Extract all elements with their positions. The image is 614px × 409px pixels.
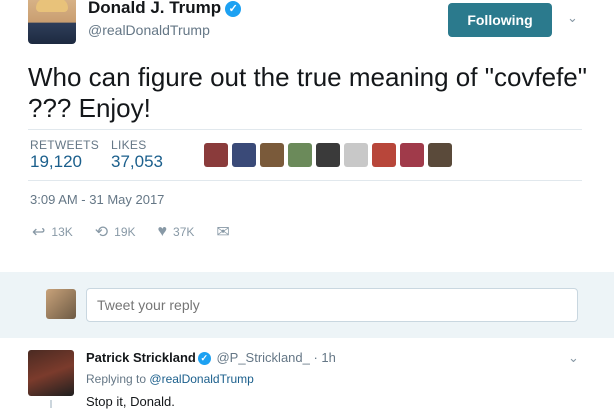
tweet-timestamp[interactable]: 3:09 AM - 31 May 2017	[30, 192, 164, 207]
reply-input[interactable]	[86, 288, 578, 322]
tweet-text: Who can figure out the true meaning of "…	[28, 62, 587, 123]
retweet-icon: ⟲	[94, 224, 109, 241]
divider	[28, 129, 582, 130]
thread-line	[50, 400, 52, 408]
liker-avatar[interactable]	[344, 143, 368, 167]
retweet-count: 19K	[114, 225, 136, 239]
liker-avatar[interactable]	[204, 143, 228, 167]
retweet-button[interactable]: ⟲ 19K	[95, 222, 136, 242]
verified-badge-icon: ✓	[225, 1, 242, 17]
reply-icon: ↩	[32, 224, 46, 241]
like-count: 37K	[173, 225, 195, 239]
reply-composer	[0, 272, 614, 338]
replying-to-link[interactable]: @realDonaldTrump	[149, 372, 253, 386]
reply-count: 13K	[51, 225, 73, 239]
reply-tweet: Patrick Strickland ✓ @P_Strickland_ · 1h …	[0, 338, 614, 409]
author-avatar[interactable]	[28, 0, 76, 44]
liker-avatar[interactable]	[232, 143, 256, 167]
likes-label: LIKES	[111, 138, 147, 152]
chevron-down-icon[interactable]: ⌄	[567, 10, 578, 26]
following-button[interactable]: Following	[448, 3, 552, 37]
reply-text: Stop it, Donald.	[86, 394, 175, 409]
direct-message-button[interactable]: ✉	[216, 222, 235, 242]
replying-to: Replying to @realDonaldTrump	[86, 372, 254, 386]
liker-avatars	[204, 143, 456, 167]
author-handle[interactable]: @realDonaldTrump	[88, 22, 210, 38]
divider	[28, 180, 582, 181]
like-button[interactable]: ♥ 37K	[158, 223, 195, 241]
reply-author: Patrick Strickland ✓ @P_Strickland_ · 1h	[86, 350, 336, 365]
author-name[interactable]: Donald J. Trump ✓	[88, 0, 242, 18]
retweets-count[interactable]: 19,120	[30, 152, 82, 172]
liker-avatar[interactable]	[288, 143, 312, 167]
reply-time[interactable]: · 1h	[313, 350, 335, 365]
main-tweet: Donald J. Trump ✓ @realDonaldTrump Follow…	[0, 0, 614, 272]
reply-author-avatar[interactable]	[28, 350, 74, 396]
tweet-actions: ↩ 13K ⟲ 19K ♥ 37K ✉	[32, 222, 258, 242]
reply-button[interactable]: ↩ 13K	[32, 222, 73, 242]
liker-avatar[interactable]	[260, 143, 284, 167]
reply-author-handle[interactable]: @P_Strickland_	[216, 350, 309, 365]
liker-avatar[interactable]	[372, 143, 396, 167]
retweets-label: RETWEETS	[30, 138, 100, 152]
verified-badge-icon: ✓	[197, 352, 211, 365]
liker-avatar[interactable]	[400, 143, 424, 167]
heart-icon: ♥	[157, 223, 168, 240]
liker-avatar[interactable]	[428, 143, 452, 167]
likes-count[interactable]: 37,053	[111, 152, 163, 172]
chevron-down-icon[interactable]: ⌄	[568, 350, 579, 366]
reply-author-name[interactable]: Patrick Strickland	[86, 350, 196, 365]
envelope-icon: ✉	[216, 224, 230, 241]
user-avatar	[46, 289, 76, 319]
liker-avatar[interactable]	[316, 143, 340, 167]
